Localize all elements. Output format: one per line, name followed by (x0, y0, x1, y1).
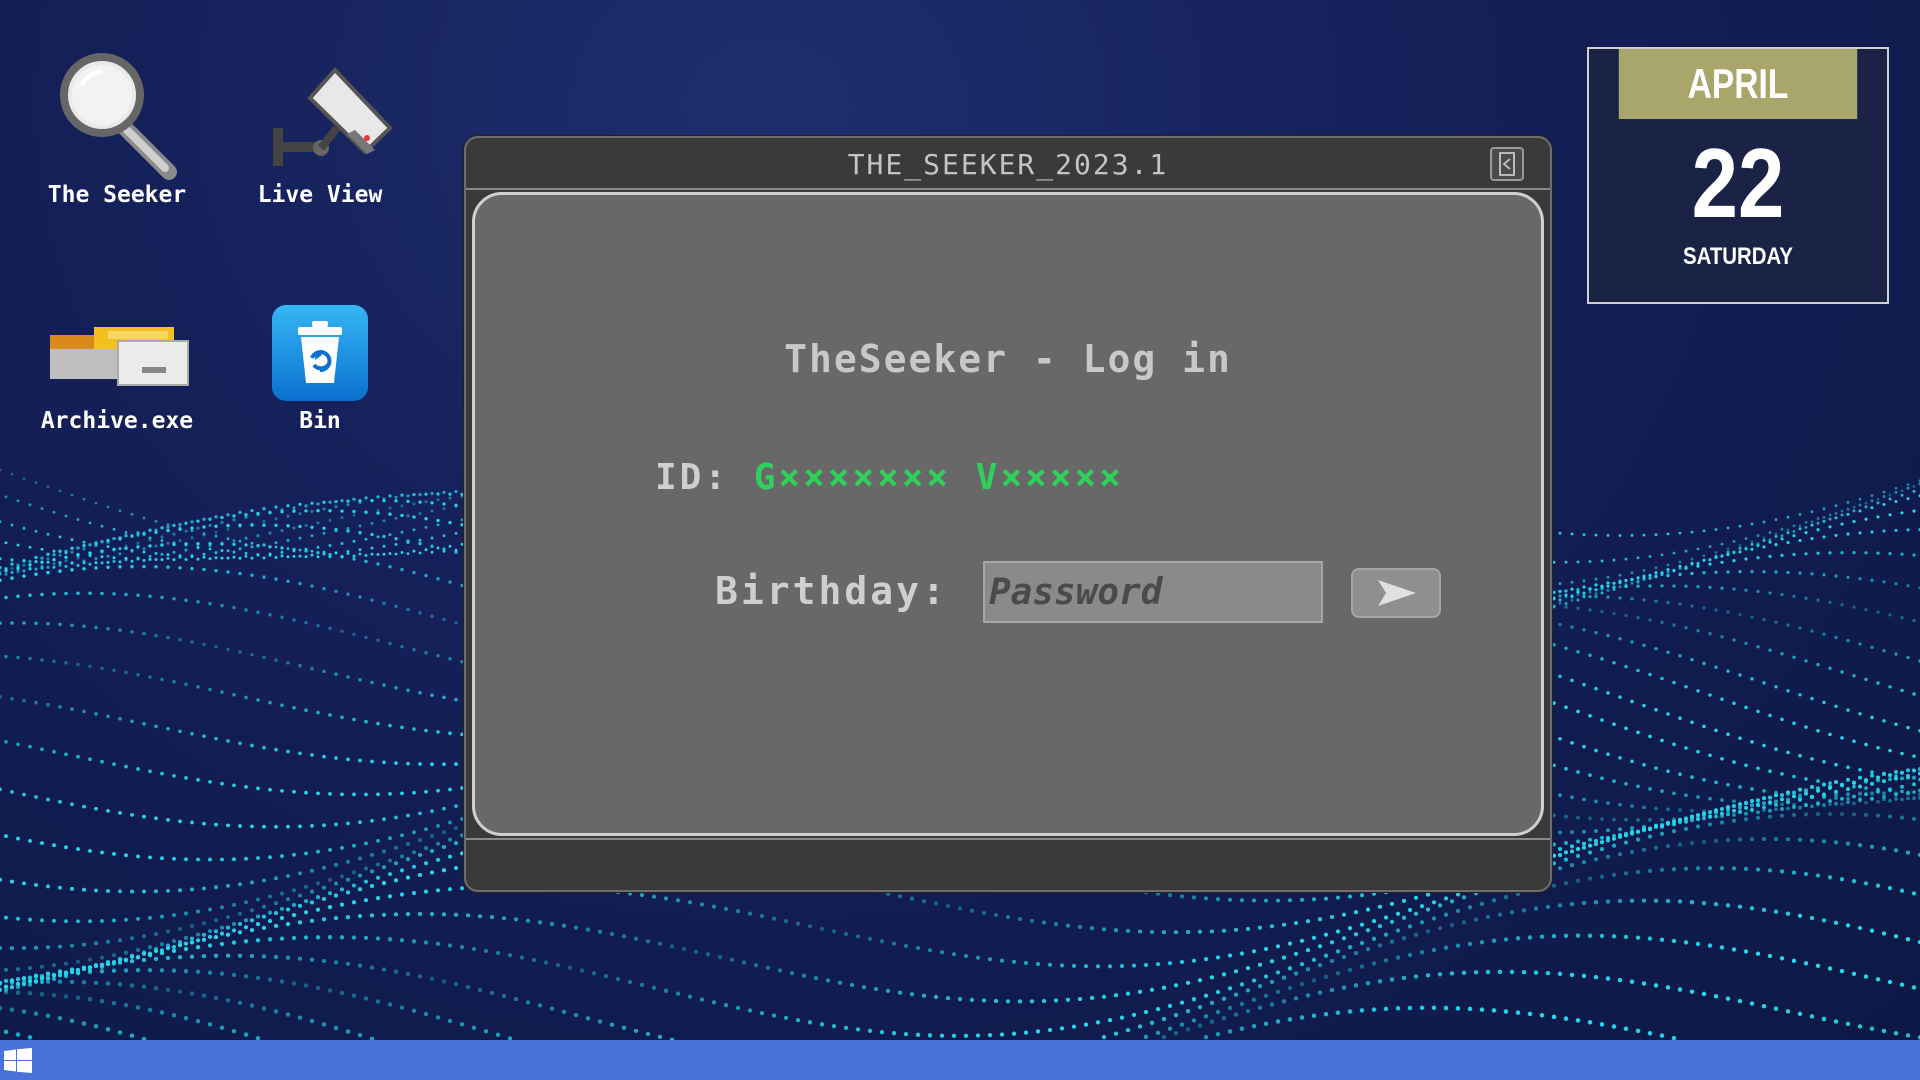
login-panel: TheSeeker - Log in ID: G××××××× V××××× B… (472, 192, 1544, 836)
calendar-widget: APRIL 22 SATURDAY (1587, 47, 1889, 304)
recycle-bin-icon (272, 305, 368, 401)
desktop-icon-label: Archive.exe (40, 408, 194, 434)
submit-login-button[interactable] (1351, 568, 1441, 618)
login-heading: TheSeeker - Log in (784, 337, 1232, 381)
archive-drawer-icon (50, 327, 189, 386)
magnifier-icon (60, 53, 177, 180)
desktop-icon-label: The Seeker (47, 182, 187, 208)
window-footer-divider (466, 838, 1550, 840)
calendar-month: APRIL (1618, 49, 1858, 119)
calendar-weekday: SATURDAY (1683, 243, 1793, 270)
password-input[interactable] (983, 561, 1323, 623)
desktop-icon-archive[interactable]: Archive.exe (17, 288, 217, 434)
birthday-label: Birthday: (715, 569, 948, 613)
arrow-right-icon (1378, 580, 1416, 606)
id-value: G××××××× V××××× (753, 457, 1124, 498)
id-row: ID: G××××××× V××××× (655, 457, 1124, 498)
desktop-icon-label: Bin (299, 408, 341, 434)
window-titlebar[interactable]: THE_SEEKER_2023.1 (466, 138, 1550, 190)
windows-logo-icon (4, 1048, 32, 1073)
security-camera-icon (273, 67, 393, 166)
logout-icon (1499, 152, 1515, 176)
desktop-icon-label: Live View (257, 182, 383, 208)
calendar-day: 22 (1691, 128, 1785, 238)
start-button[interactable] (4, 1048, 34, 1074)
desktop-icon-bin[interactable]: Bin (220, 288, 420, 434)
window-title: THE_SEEKER_2023.1 (847, 148, 1169, 181)
desktop-icon-live-view[interactable]: Live View (220, 50, 420, 208)
id-label: ID: (655, 457, 730, 498)
desktop-icon-the-seeker[interactable]: The Seeker (17, 50, 217, 208)
taskbar (0, 1040, 1920, 1080)
seeker-login-window[interactable]: THE_SEEKER_2023.1 TheSeeker - Log in ID:… (464, 136, 1552, 892)
logout-button[interactable] (1490, 147, 1524, 181)
